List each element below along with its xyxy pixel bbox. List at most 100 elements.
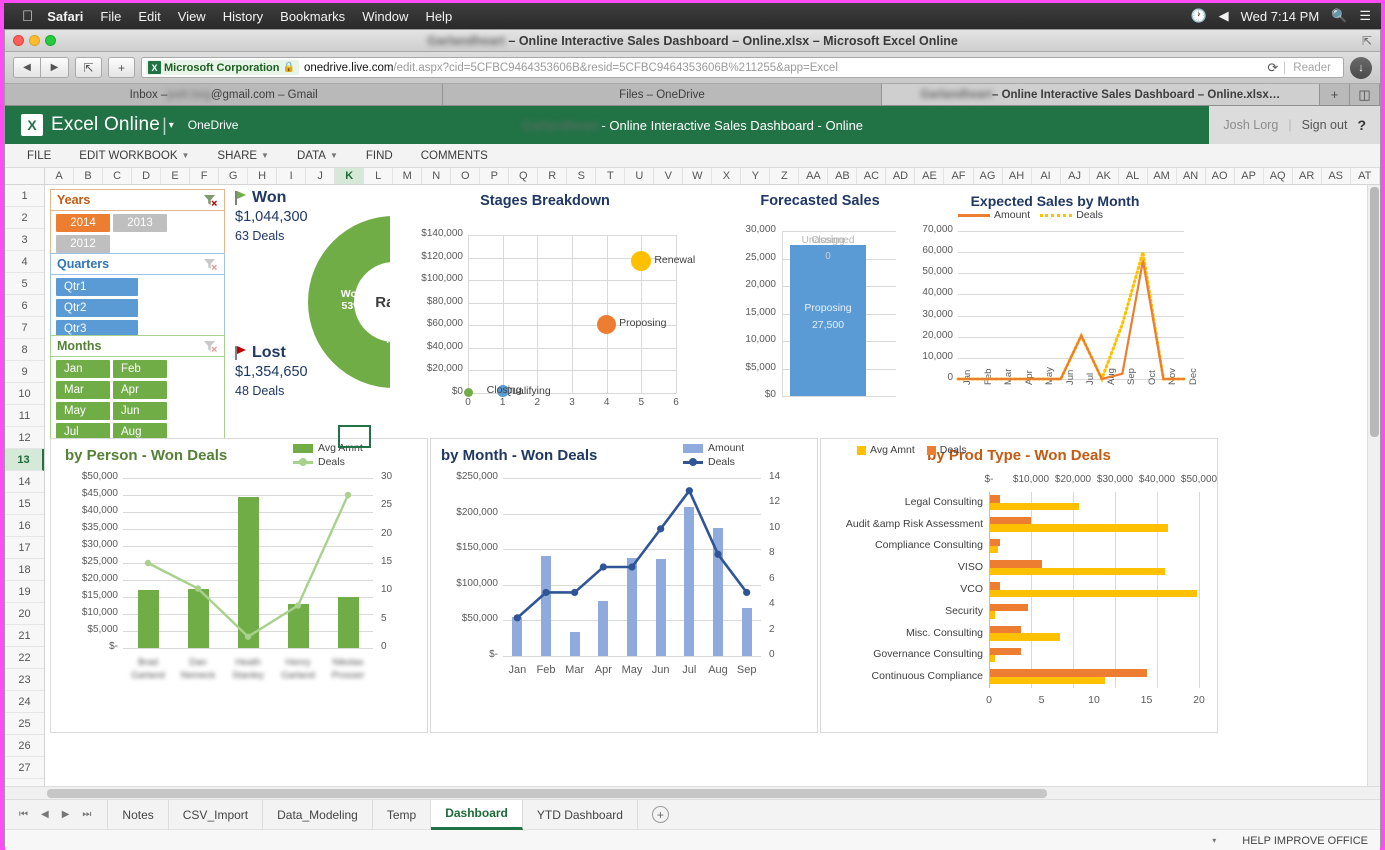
column-header-AE[interactable]: AE	[915, 168, 944, 184]
apple-icon[interactable]: 	[22, 9, 33, 24]
row-header-10[interactable]: 10	[5, 383, 44, 405]
column-header-AG[interactable]: AG	[974, 168, 1003, 184]
row-header-1[interactable]: 1	[5, 185, 44, 207]
slicer-item-2014[interactable]: 2014	[56, 214, 110, 232]
row-header-12[interactable]: 12	[5, 427, 44, 449]
address-bar[interactable]: X Microsoft Corporation 🔒 onedrive.live.…	[141, 57, 1344, 78]
slicer-item-qtr1[interactable]: Qtr1	[56, 278, 138, 296]
column-header-AF[interactable]: AF	[944, 168, 973, 184]
column-header-AT[interactable]: AT	[1351, 168, 1380, 184]
add-sheet-button[interactable]: +	[652, 806, 669, 823]
vertical-scrollbar[interactable]	[1367, 185, 1380, 786]
column-header-AS[interactable]: AS	[1322, 168, 1351, 184]
reload-icon[interactable]: ⟳	[1261, 60, 1284, 76]
share-icon[interactable]: ⇱	[75, 57, 102, 78]
tab-overview-icon[interactable]: ◫	[1350, 84, 1380, 105]
column-header-AR[interactable]: AR	[1293, 168, 1322, 184]
sign-out-button[interactable]: Sign out	[1302, 118, 1348, 132]
column-header-Z[interactable]: Z	[770, 168, 799, 184]
sheet-tab-notes[interactable]: Notes	[107, 800, 168, 830]
slicer-item-jan[interactable]: Jan	[56, 360, 110, 378]
row-header-26[interactable]: 26	[5, 735, 44, 757]
prod-bar-avg-1[interactable]	[989, 524, 1168, 531]
excel-logo[interactable]: X Excel Online	[21, 114, 160, 136]
stages-point-qualifying[interactable]	[464, 388, 473, 397]
horizontal-scrollbar[interactable]	[5, 786, 1380, 799]
ribbon-edit-workbook[interactable]: EDIT WORKBOOK▼	[79, 150, 189, 162]
slicer-item-apr[interactable]: Apr	[113, 381, 167, 399]
column-header-AJ[interactable]: AJ	[1061, 168, 1090, 184]
slicer-item-may[interactable]: May	[56, 402, 110, 420]
sheet-tab-ytd-dashboard[interactable]: YTD Dashboard	[523, 800, 638, 830]
ribbon-file[interactable]: FILE	[27, 150, 51, 162]
slicer-item-feb[interactable]: Feb	[113, 360, 167, 378]
menu-history[interactable]: History	[223, 9, 263, 24]
prod-bar-avg-2[interactable]	[989, 546, 998, 553]
sheet-tab-temp[interactable]: Temp	[373, 800, 431, 830]
menubar-clock[interactable]: Wed 7:14 PM	[1241, 9, 1320, 24]
prod-bar-avg-8[interactable]	[989, 677, 1105, 684]
column-header-AC[interactable]: AC	[857, 168, 886, 184]
next-sheet-icon[interactable]: ▶	[62, 809, 70, 820]
horizontal-scroll-thumb[interactable]	[47, 789, 1047, 798]
row-header-21[interactable]: 21	[5, 625, 44, 647]
active-cell[interactable]	[338, 425, 371, 448]
row-header-3[interactable]: 3	[5, 229, 44, 251]
column-header-S[interactable]: S	[567, 168, 596, 184]
column-header-T[interactable]: T	[596, 168, 625, 184]
column-header-AO[interactable]: AO	[1206, 168, 1235, 184]
reader-button[interactable]: Reader	[1284, 62, 1339, 74]
user-name[interactable]: Josh Lorg	[1223, 118, 1278, 132]
row-header-25[interactable]: 25	[5, 713, 44, 735]
sheet-tab-dashboard[interactable]: Dashboard	[431, 800, 523, 830]
column-header-AA[interactable]: AA	[799, 168, 828, 184]
last-sheet-icon[interactable]: ⏭	[82, 809, 91, 820]
menu-edit[interactable]: Edit	[138, 9, 160, 24]
sheet-tab-data-modeling[interactable]: Data_Modeling	[263, 800, 373, 830]
select-all-corner[interactable]	[5, 168, 45, 184]
column-header-W[interactable]: W	[683, 168, 712, 184]
column-header-I[interactable]: I	[277, 168, 306, 184]
help-improve-office-label[interactable]: HELP IMPROVE OFFICE	[1242, 835, 1368, 847]
row-header-9[interactable]: 9	[5, 361, 44, 383]
prod-bar-avg-6[interactable]	[989, 633, 1060, 640]
first-sheet-icon[interactable]: ⏮	[19, 809, 28, 820]
column-header-Y[interactable]: Y	[741, 168, 770, 184]
prod-bar-deals-8[interactable]	[989, 669, 1147, 676]
row-header-23[interactable]: 23	[5, 669, 44, 691]
forward-arrow-icon[interactable]: ▶	[41, 57, 69, 78]
help-icon[interactable]: ?	[1357, 117, 1366, 133]
new-tab-button[interactable]: +	[108, 57, 135, 78]
prod-bar-deals-7[interactable]	[989, 648, 1021, 655]
browser-tab-gmail[interactable]: Inbox – josh.lorg@gmail.com – Gmail	[5, 84, 443, 105]
row-header-16[interactable]: 16	[5, 515, 44, 537]
row-header-4[interactable]: 4	[5, 251, 44, 273]
column-header-AI[interactable]: AI	[1032, 168, 1061, 184]
column-header-E[interactable]: E	[161, 168, 190, 184]
vertical-scroll-thumb[interactable]	[1370, 187, 1379, 437]
download-icon[interactable]: ↓	[1350, 57, 1372, 79]
row-header-20[interactable]: 20	[5, 603, 44, 625]
prod-bar-deals-5[interactable]	[989, 604, 1028, 611]
slicer-item-2012[interactable]: 2012	[56, 235, 110, 253]
column-header-M[interactable]: M	[393, 168, 422, 184]
ribbon-comments[interactable]: COMMENTS	[421, 150, 488, 162]
stages-point-renewal[interactable]	[631, 251, 651, 271]
column-header-AK[interactable]: AK	[1090, 168, 1119, 184]
menu-bookmarks[interactable]: Bookmarks	[280, 9, 345, 24]
row-header-14[interactable]: 14	[5, 471, 44, 493]
column-header-AL[interactable]: AL	[1119, 168, 1148, 184]
column-header-K[interactable]: K	[335, 168, 364, 184]
column-header-H[interactable]: H	[248, 168, 277, 184]
row-header-11[interactable]: 11	[5, 405, 44, 427]
row-header-27[interactable]: 27	[5, 757, 44, 779]
prod-bar-deals-2[interactable]	[989, 539, 1000, 546]
sheet-tab-csv-import[interactable]: CSV_Import	[169, 800, 263, 830]
column-header-X[interactable]: X	[712, 168, 741, 184]
column-header-V[interactable]: V	[654, 168, 683, 184]
row-header-24[interactable]: 24	[5, 691, 44, 713]
row-header-6[interactable]: 6	[5, 295, 44, 317]
stages-point-proposing[interactable]	[597, 315, 616, 334]
clear-filter-icon[interactable]	[203, 258, 218, 271]
row-header-15[interactable]: 15	[5, 493, 44, 515]
